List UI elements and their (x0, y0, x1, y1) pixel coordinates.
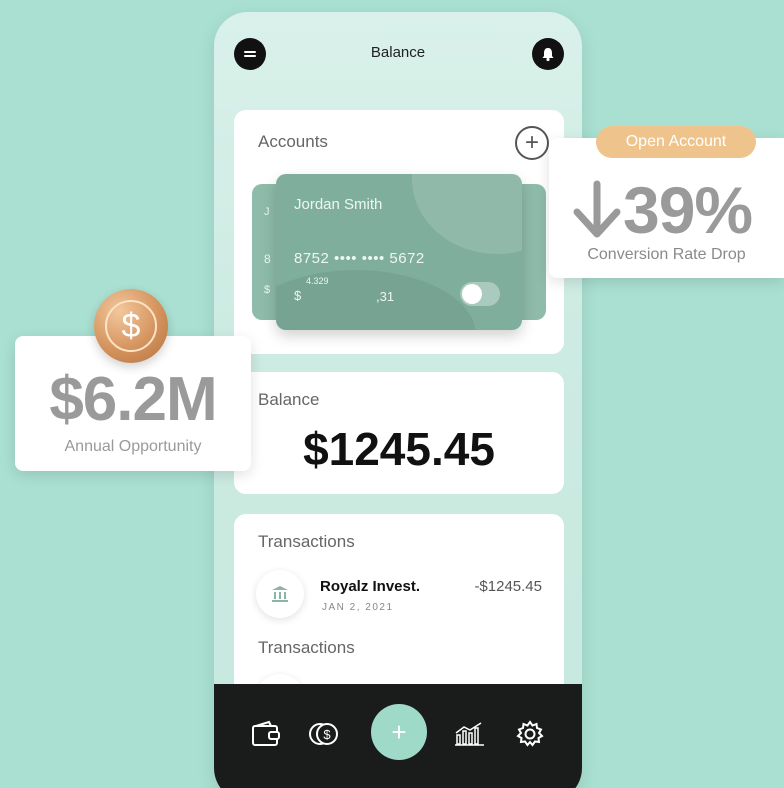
opportunity-value: $6.2M (49, 365, 217, 434)
plus-icon: + (524, 129, 539, 156)
bell-icon (542, 48, 554, 62)
wallet-icon[interactable] (250, 718, 282, 750)
balance-label: Balance (258, 390, 320, 409)
accounts-section: Accounts + J 8 $ Jordan Smith 8752 •••• … (234, 110, 564, 354)
transactions-label: Transactions (258, 532, 355, 551)
balance-section: Balance $1245.45 (234, 372, 564, 494)
conversion-label: Conversion Rate Drop (587, 246, 746, 263)
phone-frame: Balance Accounts + J 8 $ Jordan Smith 87… (214, 12, 582, 788)
card-amount-currency: $ (294, 288, 302, 303)
card-toggle[interactable] (460, 282, 500, 306)
dollar-coin-icon: $ (94, 289, 168, 363)
open-account-button[interactable]: Open Account (596, 126, 756, 158)
transactions-label-2: Transactions (258, 638, 355, 657)
page-title: Balance (370, 44, 426, 61)
arrow-down-icon (573, 180, 621, 238)
top-bar: Balance (214, 12, 582, 92)
svg-text:$: $ (323, 727, 331, 742)
card-holder-name: Jordan Smith (294, 196, 383, 213)
add-button[interactable]: + (371, 704, 427, 760)
bank-icon (256, 570, 304, 618)
card-amount-cents: ,31 (376, 289, 395, 304)
coin-icon[interactable]: $ (308, 718, 340, 750)
balance-amount: $1245.45 (303, 423, 495, 475)
card-number: 8752 •••• •••• 5672 (294, 250, 425, 267)
conversion-value: 39% (623, 173, 753, 247)
opportunity-label: Annual Opportunity (64, 438, 202, 455)
card-amount-top: 4.329 (306, 276, 329, 286)
bottom-nav: $ + (214, 684, 582, 788)
conversion-rate-card: 39% Conversion Rate Drop (549, 138, 784, 278)
notification-button[interactable] (532, 38, 564, 70)
gear-icon[interactable] (514, 718, 546, 750)
plus-icon: + (391, 716, 407, 747)
add-account-button[interactable]: + (515, 126, 549, 160)
accounts-label: Accounts (258, 132, 328, 151)
conversion-value-row: 39% (571, 172, 753, 248)
credit-card[interactable]: Jordan Smith 8752 •••• •••• 5672 $ 4.329… (276, 174, 522, 330)
transaction-amount: -$1245.45 (474, 578, 542, 595)
transaction-name: Royalz Invest. (320, 578, 421, 595)
chart-icon[interactable] (454, 718, 486, 750)
transaction-date: JAN 2, 2021 (322, 602, 394, 613)
